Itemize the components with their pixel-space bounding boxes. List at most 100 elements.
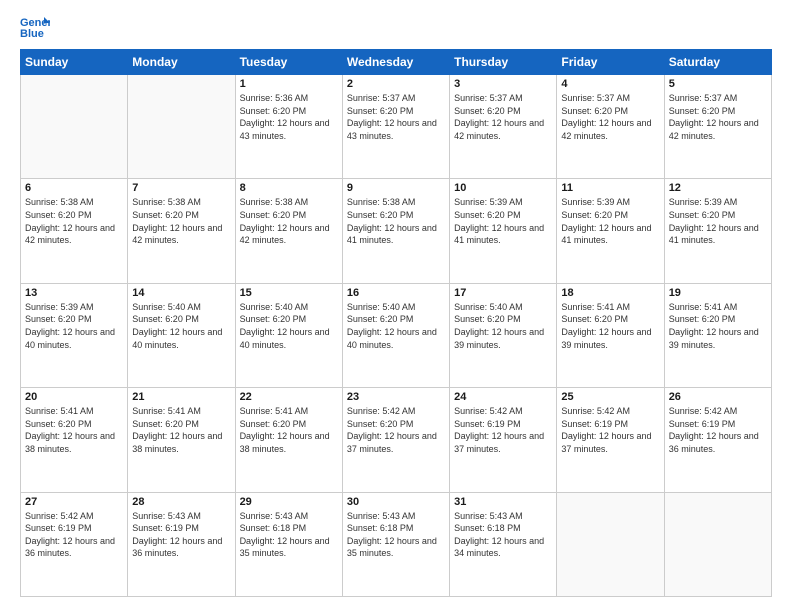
- day-info: Sunrise: 5:41 AM Sunset: 6:20 PM Dayligh…: [25, 405, 123, 455]
- day-number: 12: [669, 182, 767, 194]
- calendar-cell: 5 Sunrise: 5:37 AM Sunset: 6:20 PM Daylig…: [664, 75, 771, 179]
- day-number: 28: [132, 496, 230, 508]
- day-number: 8: [240, 182, 338, 194]
- calendar-cell: 8 Sunrise: 5:38 AM Sunset: 6:20 PM Daylig…: [235, 179, 342, 283]
- day-number: 5: [669, 78, 767, 90]
- calendar-cell: 7Sunrise: 5:38 AM Sunset: 6:20 PM Daylig…: [128, 179, 235, 283]
- calendar-cell: 6 Sunrise: 5:38 AM Sunset: 6:20 PM Daylig…: [21, 179, 128, 283]
- calendar-cell: 15 Sunrise: 5:40 AM Sunset: 6:20 PM Dayli…: [235, 283, 342, 387]
- calendar-cell: 20 Sunrise: 5:41 AM Sunset: 6:20 PM Dayli…: [21, 388, 128, 492]
- day-number: 4: [561, 78, 659, 90]
- calendar-week-2: 6 Sunrise: 5:38 AM Sunset: 6:20 PM Daylig…: [21, 179, 772, 283]
- day-info: Sunrise: 5:40 AM Sunset: 6:20 PM Dayligh…: [240, 301, 338, 351]
- day-info: Sunrise: 5:42 AM Sunset: 6:19 PM Dayligh…: [561, 405, 659, 455]
- calendar-cell: 25Sunrise: 5:42 AM Sunset: 6:19 PM Dayli…: [557, 388, 664, 492]
- calendar-cell: 11 Sunrise: 5:39 AM Sunset: 6:20 PM Dayli…: [557, 179, 664, 283]
- day-info: Sunrise: 5:37 AM Sunset: 6:20 PM Dayligh…: [669, 92, 767, 142]
- calendar-cell: 29Sunrise: 5:43 AM Sunset: 6:18 PM Dayli…: [235, 492, 342, 596]
- day-number: 10: [454, 182, 552, 194]
- calendar-cell: 12 Sunrise: 5:39 AM Sunset: 6:20 PM Dayli…: [664, 179, 771, 283]
- calendar-cell: [557, 492, 664, 596]
- day-number: 17: [454, 287, 552, 299]
- day-number: 27: [25, 496, 123, 508]
- day-info: Sunrise: 5:38 AM Sunset: 6:20 PM Dayligh…: [240, 196, 338, 246]
- day-info: Sunrise: 5:42 AM Sunset: 6:19 PM Dayligh…: [25, 510, 123, 560]
- day-info: Sunrise: 5:39 AM Sunset: 6:20 PM Dayligh…: [669, 196, 767, 246]
- day-number: 30: [347, 496, 445, 508]
- logo-icon: General Blue: [20, 15, 50, 39]
- day-info: Sunrise: 5:41 AM Sunset: 6:20 PM Dayligh…: [240, 405, 338, 455]
- calendar-header-wednesday: Wednesday: [342, 50, 449, 75]
- day-number: 20: [25, 391, 123, 403]
- day-number: 18: [561, 287, 659, 299]
- day-number: 13: [25, 287, 123, 299]
- day-number: 1: [240, 78, 338, 90]
- day-number: 21: [132, 391, 230, 403]
- day-info: Sunrise: 5:41 AM Sunset: 6:20 PM Dayligh…: [561, 301, 659, 351]
- day-number: 19: [669, 287, 767, 299]
- day-number: 26: [669, 391, 767, 403]
- calendar-cell: [128, 75, 235, 179]
- calendar-cell: 4Sunrise: 5:37 AM Sunset: 6:20 PM Daylig…: [557, 75, 664, 179]
- day-info: Sunrise: 5:40 AM Sunset: 6:20 PM Dayligh…: [347, 301, 445, 351]
- day-info: Sunrise: 5:42 AM Sunset: 6:19 PM Dayligh…: [454, 405, 552, 455]
- day-info: Sunrise: 5:39 AM Sunset: 6:20 PM Dayligh…: [454, 196, 552, 246]
- calendar-cell: 2 Sunrise: 5:37 AM Sunset: 6:20 PM Daylig…: [342, 75, 449, 179]
- calendar-cell: 27 Sunrise: 5:42 AM Sunset: 6:19 PM Dayli…: [21, 492, 128, 596]
- day-number: 14: [132, 287, 230, 299]
- calendar-week-1: 1 Sunrise: 5:36 AM Sunset: 6:20 PM Daylig…: [21, 75, 772, 179]
- calendar-cell: 9Sunrise: 5:38 AM Sunset: 6:20 PM Daylig…: [342, 179, 449, 283]
- calendar-week-5: 27 Sunrise: 5:42 AM Sunset: 6:19 PM Dayli…: [21, 492, 772, 596]
- day-number: 6: [25, 182, 123, 194]
- calendar-table: SundayMondayTuesdayWednesdayThursdayFrid…: [20, 49, 772, 597]
- day-info: Sunrise: 5:38 AM Sunset: 6:20 PM Dayligh…: [25, 196, 123, 246]
- day-number: 31: [454, 496, 552, 508]
- day-info: Sunrise: 5:39 AM Sunset: 6:20 PM Dayligh…: [25, 301, 123, 351]
- calendar-cell: 16 Sunrise: 5:40 AM Sunset: 6:20 PM Dayli…: [342, 283, 449, 387]
- day-info: Sunrise: 5:36 AM Sunset: 6:20 PM Dayligh…: [240, 92, 338, 142]
- day-number: 3: [454, 78, 552, 90]
- day-info: Sunrise: 5:43 AM Sunset: 6:19 PM Dayligh…: [132, 510, 230, 560]
- day-info: Sunrise: 5:37 AM Sunset: 6:20 PM Dayligh…: [347, 92, 445, 142]
- day-number: 23: [347, 391, 445, 403]
- day-number: 15: [240, 287, 338, 299]
- calendar-header-tuesday: Tuesday: [235, 50, 342, 75]
- day-info: Sunrise: 5:43 AM Sunset: 6:18 PM Dayligh…: [240, 510, 338, 560]
- day-info: Sunrise: 5:38 AM Sunset: 6:20 PM Dayligh…: [132, 196, 230, 246]
- day-number: 11: [561, 182, 659, 194]
- calendar-header-monday: Monday: [128, 50, 235, 75]
- day-info: Sunrise: 5:40 AM Sunset: 6:20 PM Dayligh…: [454, 301, 552, 351]
- calendar-week-4: 20 Sunrise: 5:41 AM Sunset: 6:20 PM Dayli…: [21, 388, 772, 492]
- calendar-cell: 31 Sunrise: 5:43 AM Sunset: 6:18 PM Dayli…: [450, 492, 557, 596]
- calendar-cell: 24 Sunrise: 5:42 AM Sunset: 6:19 PM Dayli…: [450, 388, 557, 492]
- calendar-cell: 30 Sunrise: 5:43 AM Sunset: 6:18 PM Dayli…: [342, 492, 449, 596]
- calendar-cell: 13 Sunrise: 5:39 AM Sunset: 6:20 PM Dayli…: [21, 283, 128, 387]
- calendar-cell: 22Sunrise: 5:41 AM Sunset: 6:20 PM Dayli…: [235, 388, 342, 492]
- calendar-cell: [21, 75, 128, 179]
- calendar-cell: 23 Sunrise: 5:42 AM Sunset: 6:20 PM Dayli…: [342, 388, 449, 492]
- calendar-header-sunday: Sunday: [21, 50, 128, 75]
- day-number: 2: [347, 78, 445, 90]
- day-info: Sunrise: 5:41 AM Sunset: 6:20 PM Dayligh…: [132, 405, 230, 455]
- calendar-cell: 1 Sunrise: 5:36 AM Sunset: 6:20 PM Daylig…: [235, 75, 342, 179]
- day-info: Sunrise: 5:42 AM Sunset: 6:19 PM Dayligh…: [669, 405, 767, 455]
- day-info: Sunrise: 5:39 AM Sunset: 6:20 PM Dayligh…: [561, 196, 659, 246]
- day-info: Sunrise: 5:38 AM Sunset: 6:20 PM Dayligh…: [347, 196, 445, 246]
- calendar-cell: 21 Sunrise: 5:41 AM Sunset: 6:20 PM Dayli…: [128, 388, 235, 492]
- day-number: 24: [454, 391, 552, 403]
- calendar-cell: 3Sunrise: 5:37 AM Sunset: 6:20 PM Daylig…: [450, 75, 557, 179]
- day-info: Sunrise: 5:40 AM Sunset: 6:20 PM Dayligh…: [132, 301, 230, 351]
- svg-text:Blue: Blue: [20, 28, 44, 39]
- day-info: Sunrise: 5:43 AM Sunset: 6:18 PM Dayligh…: [454, 510, 552, 560]
- calendar-header-row: SundayMondayTuesdayWednesdayThursdayFrid…: [21, 50, 772, 75]
- day-info: Sunrise: 5:42 AM Sunset: 6:20 PM Dayligh…: [347, 405, 445, 455]
- day-info: Sunrise: 5:43 AM Sunset: 6:18 PM Dayligh…: [347, 510, 445, 560]
- day-number: 16: [347, 287, 445, 299]
- calendar-cell: 18 Sunrise: 5:41 AM Sunset: 6:20 PM Dayli…: [557, 283, 664, 387]
- logo: General Blue: [20, 15, 54, 39]
- calendar-header-saturday: Saturday: [664, 50, 771, 75]
- calendar-week-3: 13 Sunrise: 5:39 AM Sunset: 6:20 PM Dayli…: [21, 283, 772, 387]
- calendar-cell: 28 Sunrise: 5:43 AM Sunset: 6:19 PM Dayli…: [128, 492, 235, 596]
- header: General Blue: [20, 15, 772, 39]
- calendar-cell: 19Sunrise: 5:41 AM Sunset: 6:20 PM Dayli…: [664, 283, 771, 387]
